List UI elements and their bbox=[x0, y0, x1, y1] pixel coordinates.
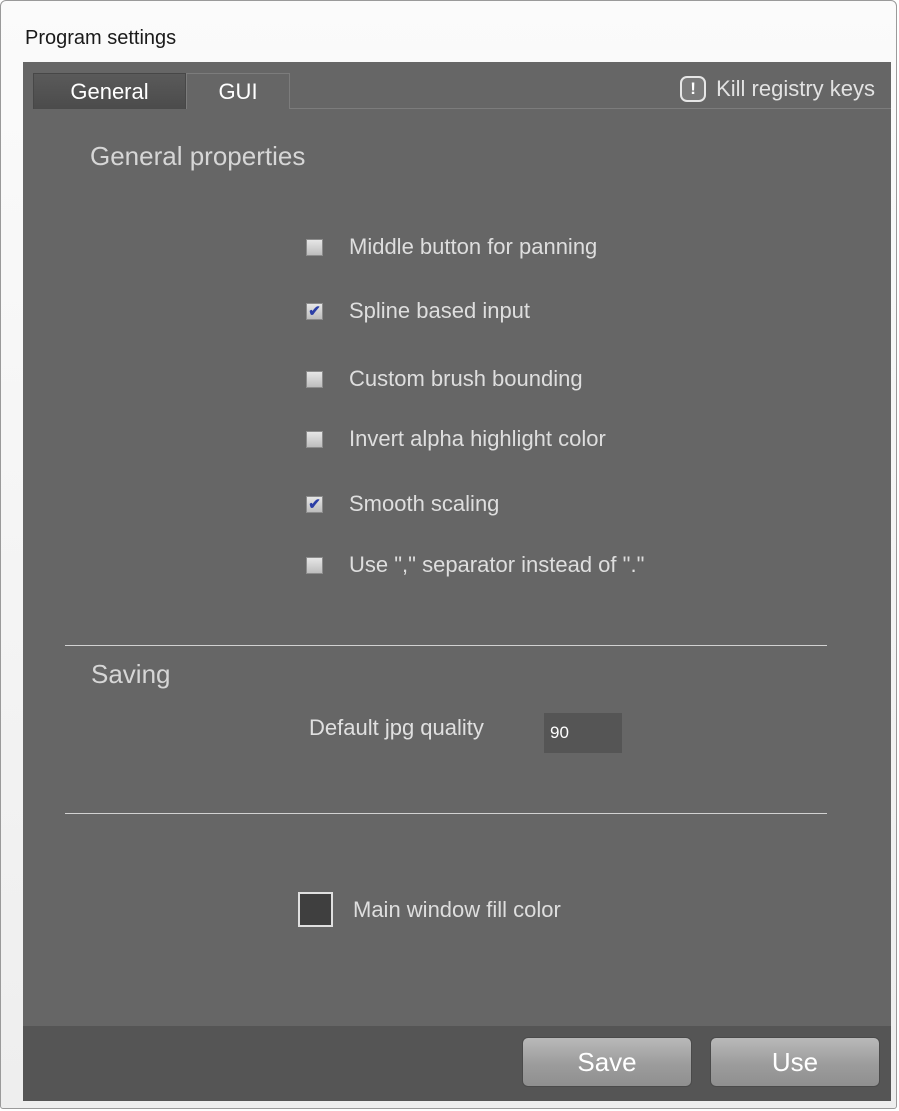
option-comma-separator[interactable]: Use "," separator instead of "." bbox=[306, 552, 644, 578]
checkbox[interactable] bbox=[306, 556, 323, 574]
settings-panel: General GUI ! Kill registry keys General… bbox=[23, 62, 891, 1101]
footer-bar: Save Use bbox=[23, 1026, 891, 1101]
section-divider bbox=[65, 645, 827, 646]
checkbox-label: Middle button for panning bbox=[349, 234, 598, 259]
checkbox[interactable] bbox=[306, 238, 323, 256]
kill-registry-keys-label: Kill registry keys bbox=[716, 76, 875, 101]
save-button[interactable]: Save bbox=[522, 1037, 692, 1087]
tab-gui[interactable]: GUI bbox=[186, 73, 290, 109]
checkbox-label: Spline based input bbox=[349, 298, 531, 323]
exclamation-icon: ! bbox=[680, 76, 707, 102]
checkbox-label: Custom brush bounding bbox=[349, 366, 583, 391]
section-divider bbox=[65, 813, 827, 814]
program-settings-window: Program settings General GUI ! Kill regi… bbox=[0, 0, 897, 1109]
main-window-fill-color[interactable]: Main window fill color bbox=[298, 892, 561, 927]
option-smooth-scaling[interactable]: ✔ Smooth scaling bbox=[306, 491, 499, 517]
checkbox-label: Smooth scaling bbox=[349, 491, 500, 516]
tab-general[interactable]: General bbox=[33, 73, 186, 109]
fill-color-label: Main window fill color bbox=[353, 896, 561, 922]
option-invert-alpha-highlight[interactable]: Invert alpha highlight color bbox=[306, 426, 606, 452]
checkbox-label: Invert alpha highlight color bbox=[349, 426, 606, 451]
tab-divider bbox=[290, 108, 891, 109]
general-properties-title: General properties bbox=[90, 141, 306, 171]
saving-title: Saving bbox=[91, 659, 171, 689]
use-button[interactable]: Use bbox=[710, 1037, 880, 1087]
checkbox-label: Use "," separator instead of "." bbox=[349, 552, 645, 577]
jpg-quality-input[interactable] bbox=[544, 713, 622, 753]
jpg-quality-label: Default jpg quality bbox=[309, 715, 484, 740]
checkbox-checked[interactable]: ✔ bbox=[306, 495, 323, 513]
checkbox[interactable] bbox=[306, 430, 323, 448]
option-middle-button-panning[interactable]: Middle button for panning bbox=[306, 234, 597, 260]
fill-color-swatch[interactable] bbox=[298, 892, 333, 927]
option-spline-based-input[interactable]: ✔ Spline based input bbox=[306, 298, 530, 324]
window-title: Program settings bbox=[25, 27, 177, 49]
tab-bar: General GUI ! Kill registry keys bbox=[23, 62, 891, 109]
kill-registry-keys-button[interactable]: ! Kill registry keys bbox=[680, 76, 875, 102]
checkbox-checked[interactable]: ✔ bbox=[306, 302, 323, 320]
checkbox[interactable] bbox=[306, 370, 323, 388]
option-custom-brush-bounding[interactable]: Custom brush bounding bbox=[306, 366, 583, 392]
